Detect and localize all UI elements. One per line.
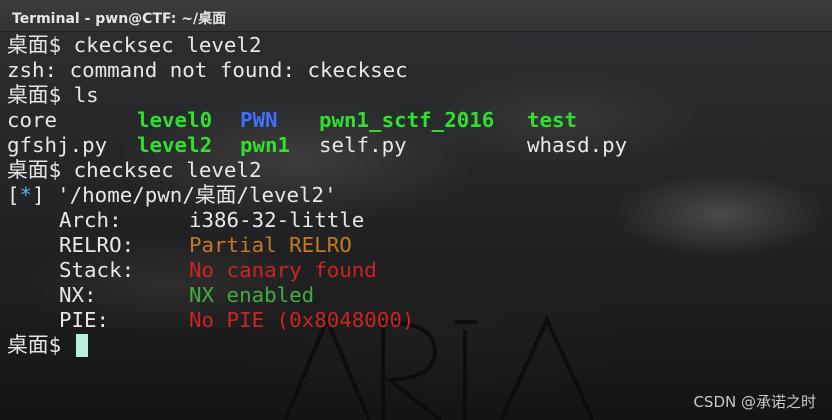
checksec-nx: NX: NX enabled <box>7 283 827 308</box>
error-line: zsh: command not found: ckecksec <box>7 58 827 83</box>
executable-entry: pwn1_sctf_2016 <box>319 108 495 132</box>
directory-entry: PWN <box>240 108 278 132</box>
pie-value: No PIE (0x8048000) <box>189 308 415 332</box>
ls-output-row: gfshj.py level2 pwn1 self.py whasd.py <box>7 133 827 158</box>
text-cursor[interactable] <box>75 334 88 357</box>
arch-label: Arch: <box>59 208 122 232</box>
file-entry: whasd.py <box>527 133 628 157</box>
executable-entry: level0 <box>137 108 213 132</box>
terminal-output[interactable]: 桌面$ ckecksec level2 zsh: command not fou… <box>7 33 827 358</box>
command-line: 桌面$ ls <box>7 83 827 108</box>
command-line: 桌面$ ckecksec level2 <box>7 33 827 58</box>
checksec-header: [*] '/home/pwn/桌面/level2' <box>7 183 337 207</box>
info-marker: * <box>19 183 33 207</box>
stack-value: No canary found <box>189 258 377 282</box>
terminal-window: Terminal - pwn@CTF: ~/桌面 桌面$ ckecksec le… <box>0 0 832 420</box>
prompt-dir: 桌面 <box>7 158 49 182</box>
relro-label: RELRO: <box>59 233 135 257</box>
prompt-dir: 桌面 <box>7 33 49 57</box>
file-entry: core <box>7 108 58 132</box>
prompt-symbol: $ <box>48 83 62 107</box>
command-text: ckecksec level2 <box>73 33 262 57</box>
window-title: Terminal - pwn@CTF: ~/桌面 <box>12 11 227 27</box>
prompt-dir: 桌面 <box>7 83 49 107</box>
command-text: ls <box>73 83 99 107</box>
arch-value: i386-32-little <box>189 208 365 232</box>
csdn-watermark: CSDN @承诺之时 <box>693 393 816 411</box>
prompt-symbol: $ <box>48 333 62 357</box>
prompt-symbol: $ <box>48 158 62 182</box>
file-entry: gfshj.py <box>7 133 108 157</box>
prompt-symbol: $ <box>48 33 62 57</box>
ls-output-row: core level0 PWN pwn1_sctf_2016 test <box>7 108 827 133</box>
executable-entry: level2 <box>137 133 213 157</box>
file-entry: self.py <box>319 133 407 157</box>
command-text: checksec level2 <box>73 158 262 182</box>
checksec-pie: PIE: No PIE (0x8048000) <box>7 308 827 333</box>
pie-label: PIE: <box>59 308 110 332</box>
command-line: 桌面$ checksec level2 <box>7 158 827 183</box>
stack-label: Stack: <box>59 258 135 282</box>
nx-value: NX enabled <box>189 283 315 307</box>
nx-label: NX: <box>59 283 97 307</box>
checksec-arch: Arch: i386-32-little <box>7 208 827 233</box>
active-prompt-line[interactable]: 桌面$ <box>7 333 827 358</box>
binary-path: '/home/pwn/桌面/level2' <box>57 183 337 207</box>
error-text: zsh: command not found: ckecksec <box>7 58 408 82</box>
checksec-relro: RELRO: Partial RELRO <box>7 233 827 258</box>
checksec-stack: Stack: No canary found <box>7 258 827 283</box>
relro-value: Partial RELRO <box>189 233 352 257</box>
executable-entry: pwn1 <box>240 133 291 157</box>
prompt-dir: 桌面 <box>7 333 49 357</box>
window-titlebar[interactable]: Terminal - pwn@CTF: ~/桌面 <box>0 0 832 32</box>
executable-entry: test <box>527 108 578 132</box>
